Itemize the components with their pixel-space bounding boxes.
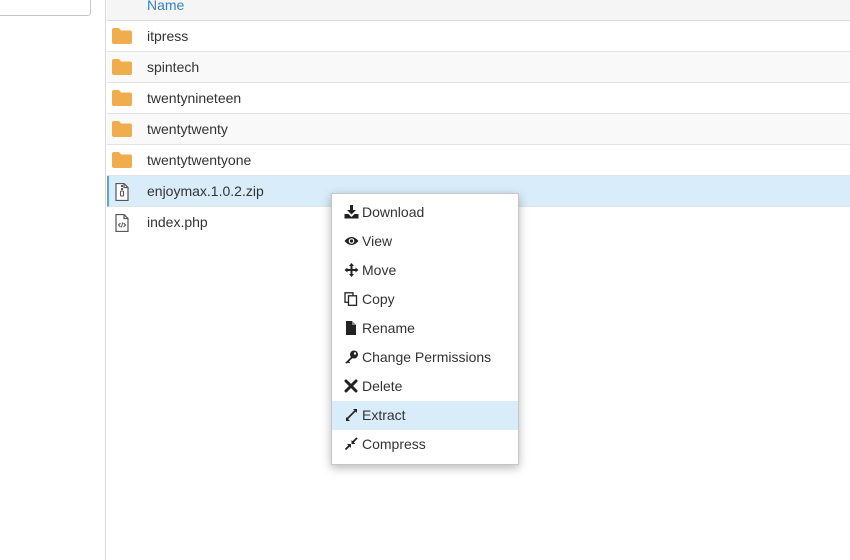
menu-item-copy[interactable]: Copy: [332, 285, 518, 314]
menu-item-compress[interactable]: Compress: [332, 430, 518, 459]
file-name: index.php: [147, 214, 208, 230]
compress-icon: [344, 437, 359, 451]
menu-item-move[interactable]: Move: [332, 256, 518, 285]
context-menu: Download View Move Copy Rename Change Pe…: [331, 193, 519, 465]
menu-item-label: Download: [362, 204, 425, 220]
menu-item-label: Delete: [362, 378, 403, 394]
menu-item-download[interactable]: Download: [332, 198, 518, 227]
file-icon: [344, 321, 359, 335]
table-row[interactable]: twentynineteen: [107, 83, 850, 114]
name-column-header[interactable]: Name: [147, 0, 184, 13]
table-row[interactable]: itpress: [107, 21, 850, 52]
menu-item-label: Rename: [362, 320, 415, 336]
table-row[interactable]: twentytwentyone: [107, 145, 850, 176]
file-name: spintech: [147, 59, 200, 75]
file-name: enjoymax.1.0.2.zip: [147, 183, 264, 199]
menu-item-label: Extract: [362, 407, 406, 423]
menu-item-delete[interactable]: Delete: [332, 372, 518, 401]
file-table-header: Name: [107, 0, 850, 21]
download-icon: [344, 205, 359, 219]
folder-icon: [112, 121, 132, 137]
menu-item-label: Compress: [362, 436, 426, 452]
folder-icon: [112, 90, 132, 106]
folder-icon: [112, 28, 132, 44]
table-row[interactable]: spintech: [107, 52, 850, 83]
menu-item-label: Move: [362, 262, 397, 278]
code-file-icon: [112, 213, 132, 233]
eye-icon: [344, 234, 359, 248]
folder-icon: [112, 152, 132, 168]
menu-item-extract[interactable]: Extract: [332, 401, 518, 430]
folder-icon: [112, 59, 132, 75]
menu-item-view[interactable]: View: [332, 227, 518, 256]
menu-item-label: Copy: [362, 291, 395, 307]
file-name: twentytwenty: [147, 121, 228, 137]
file-name: itpress: [147, 28, 189, 44]
menu-item-rename[interactable]: Rename: [332, 314, 518, 343]
tree-search-input[interactable]: [0, 0, 91, 16]
left-panel: [0, 0, 106, 560]
file-name: twentytwentyone: [147, 152, 252, 168]
copy-icon: [344, 292, 359, 306]
menu-item-label: View: [362, 233, 393, 249]
menu-item-label: Change Permissions: [362, 349, 492, 365]
menu-item-change-permissions[interactable]: Change Permissions: [332, 343, 518, 372]
key-icon: [344, 350, 359, 364]
expand-icon: [344, 408, 359, 422]
move-arrows-icon: [344, 263, 359, 277]
table-row[interactable]: twentytwenty: [107, 114, 850, 145]
file-name: twentynineteen: [147, 90, 242, 106]
x-icon: [344, 379, 359, 393]
zip-file-icon: [112, 182, 132, 202]
